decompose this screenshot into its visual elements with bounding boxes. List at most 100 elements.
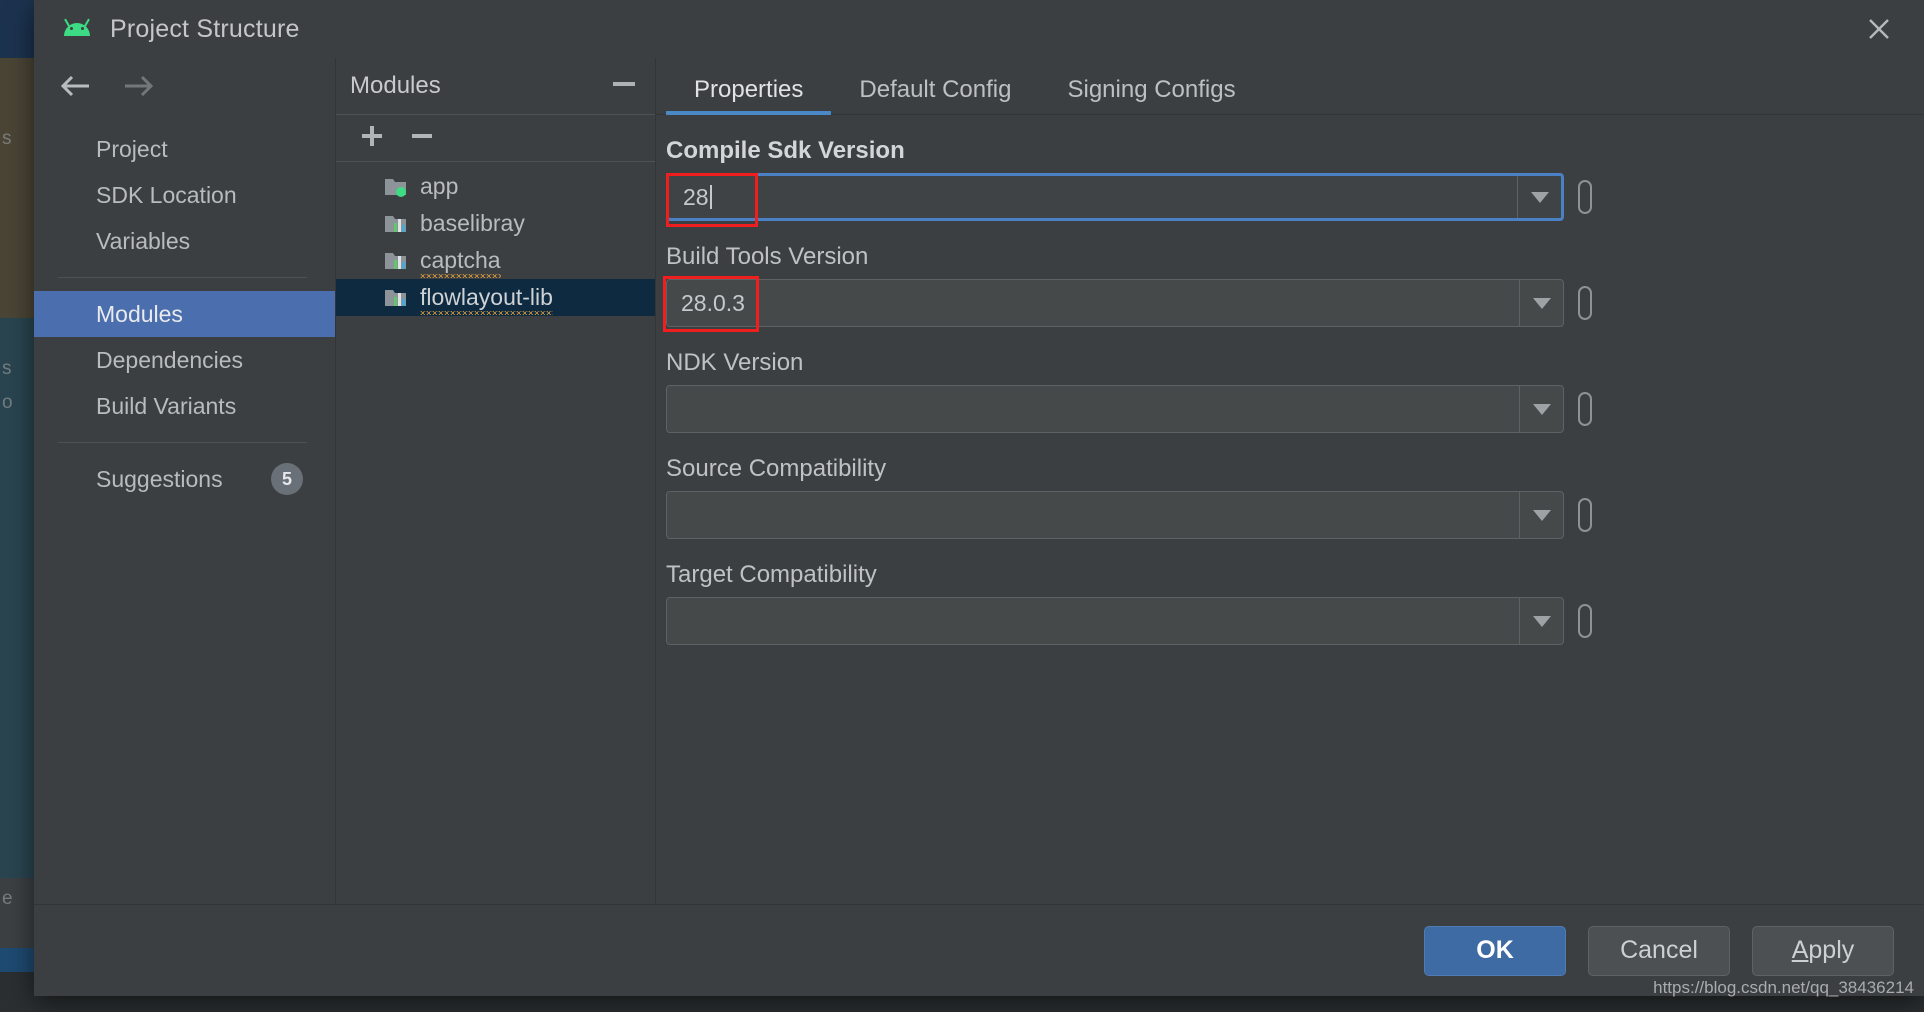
properties-content: Properties Default Config Signing Config… [656, 58, 1924, 904]
bg-ghost-text: s [2, 128, 12, 149]
library-module-icon [384, 287, 408, 308]
sidebar-item-dependencies[interactable]: Dependencies [34, 337, 335, 383]
sidebar-item-suggestions[interactable]: Suggestions 5 [34, 456, 335, 502]
cancel-button[interactable]: Cancel [1588, 925, 1730, 976]
target-compatibility-combobox[interactable] [666, 597, 1564, 645]
apply-button-label: pply [1808, 936, 1855, 964]
chevron-down-icon[interactable] [1519, 492, 1563, 538]
sidebar-item-label: Suggestions [96, 465, 223, 492]
chevron-down-icon[interactable] [1519, 598, 1563, 644]
bg-ghost-text: o [2, 392, 13, 413]
properties-form: Compile Sdk Version 28 Build Tools Versi… [656, 115, 1924, 904]
field-build-tools-version: Build Tools Version 28.0.3 [663, 243, 1924, 332]
text-caret [709, 184, 712, 209]
bg-strip-navy [0, 0, 34, 58]
sidebar-item-label: Modules [96, 300, 183, 327]
tab-label: Properties [694, 76, 804, 103]
field-label: Compile Sdk Version [666, 137, 905, 164]
list-item[interactable]: baselibray [336, 205, 655, 242]
bg-ghost-text: s [2, 358, 12, 379]
field-source-compatibility: Source Compatibility [666, 455, 1924, 539]
modules-toolbar [336, 115, 655, 162]
list-item[interactable]: app [336, 168, 655, 205]
minimize-icon[interactable] [611, 77, 637, 95]
sidebar-divider [58, 277, 307, 278]
dialog-title-bar: Project Structure [34, 0, 1924, 58]
build-tools-version-input[interactable]: 28.0.3 [667, 290, 1519, 317]
tab-label: Default Config [859, 76, 1012, 103]
project-structure-dialog: Project Structure Project SDK Location V… [34, 0, 1924, 997]
ok-button-label: OK [1476, 936, 1514, 964]
bg-strip-blue [0, 948, 34, 972]
chevron-down-icon[interactable] [1519, 280, 1563, 326]
module-folder-green-dot-icon [384, 176, 408, 197]
pill-button-icon[interactable] [1578, 392, 1592, 426]
bg-ghost-text: e [2, 888, 13, 909]
modules-panel: Modules app baselibray captcha flowlayou… [336, 58, 656, 904]
watermark-text: https://blog.csdn.net/qq_38436214 [1653, 978, 1914, 997]
modules-list: app baselibray captcha flowlayout-lib [336, 162, 655, 904]
status-badge: 5 [271, 463, 303, 495]
tab-signing-configs[interactable]: Signing Configs [1039, 78, 1263, 114]
minus-icon[interactable] [410, 124, 434, 153]
ok-button[interactable]: OK [1424, 925, 1566, 976]
field-label: NDK Version [666, 349, 804, 376]
field-compile-sdk-version: Compile Sdk Version 28 [666, 137, 1924, 227]
build-tools-version-combobox[interactable]: 28.0.3 [663, 276, 1564, 332]
field-label: Build Tools Version [666, 243, 869, 270]
navigation-arrows [34, 58, 335, 118]
pill-button-icon[interactable] [1578, 180, 1592, 214]
android-logo-icon [62, 18, 92, 40]
tab-default-config[interactable]: Default Config [831, 78, 1039, 114]
pill-button-icon[interactable] [1578, 498, 1592, 532]
sidebar-item-project[interactable]: Project [34, 126, 335, 172]
sidebar-item-build-variants[interactable]: Build Variants [34, 383, 335, 429]
sidebar-item-variables[interactable]: Variables [34, 218, 335, 264]
tab-bar: Properties Default Config Signing Config… [656, 58, 1924, 115]
tab-label: Signing Configs [1067, 76, 1236, 103]
bg-strip-olive [0, 58, 34, 318]
modules-panel-title: Modules [350, 72, 441, 99]
plus-icon[interactable] [360, 124, 384, 153]
sidebar-item-label: Variables [96, 227, 191, 254]
field-label: Target Compatibility [666, 561, 877, 588]
field-label: Source Compatibility [666, 455, 887, 482]
library-module-icon [384, 250, 408, 271]
sidebar-item-sdk-location[interactable]: SDK Location [34, 172, 335, 218]
source-compatibility-combobox[interactable] [666, 491, 1564, 539]
sidebar-item-label: Dependencies [96, 346, 244, 373]
list-item[interactable]: captcha [336, 242, 655, 279]
page-title: Project Structure [110, 14, 300, 43]
ndk-version-combobox[interactable] [666, 385, 1564, 433]
sidebar-nav-list: Project SDK Location Variables Modules D… [34, 118, 335, 502]
sidebar-item-label: SDK Location [96, 181, 237, 208]
arrow-right-icon [122, 73, 156, 104]
list-item-label: baselibray [420, 210, 525, 236]
sidebar-item-label: Project [96, 135, 168, 162]
chevron-down-icon[interactable] [1517, 176, 1561, 218]
input-value: 28.0.3 [681, 289, 745, 316]
chevron-down-icon[interactable] [1519, 386, 1563, 432]
pill-button-icon[interactable] [1578, 604, 1592, 638]
library-module-icon [384, 213, 408, 234]
list-item-label: flowlayout-lib [420, 284, 553, 315]
arrow-left-icon[interactable] [58, 73, 92, 104]
dialog-footer: OK Cancel Apply https://blog.csdn.net/qq… [34, 904, 1924, 997]
list-item-label: app [420, 173, 459, 199]
tab-properties[interactable]: Properties [666, 76, 832, 115]
list-item-label: captcha [420, 247, 501, 278]
dialog-body: Project SDK Location Variables Modules D… [34, 58, 1924, 904]
pill-button-icon[interactable] [1578, 286, 1592, 320]
cancel-button-label: Cancel [1620, 936, 1698, 964]
list-item[interactable]: flowlayout-lib [336, 279, 655, 316]
sidebar-item-label: Build Variants [96, 392, 237, 419]
field-ndk-version: NDK Version [666, 349, 1924, 433]
compile-sdk-version-input[interactable]: 28 [669, 184, 1517, 211]
apply-button[interactable]: Apply [1752, 925, 1894, 976]
sidebar-item-modules[interactable]: Modules [34, 291, 335, 337]
field-target-compatibility: Target Compatibility [666, 561, 1924, 645]
compile-sdk-version-combobox[interactable]: 28 [666, 173, 1564, 227]
settings-sidebar: Project SDK Location Variables Modules D… [34, 58, 336, 904]
close-icon[interactable] [1862, 12, 1896, 46]
sidebar-divider [58, 442, 307, 443]
